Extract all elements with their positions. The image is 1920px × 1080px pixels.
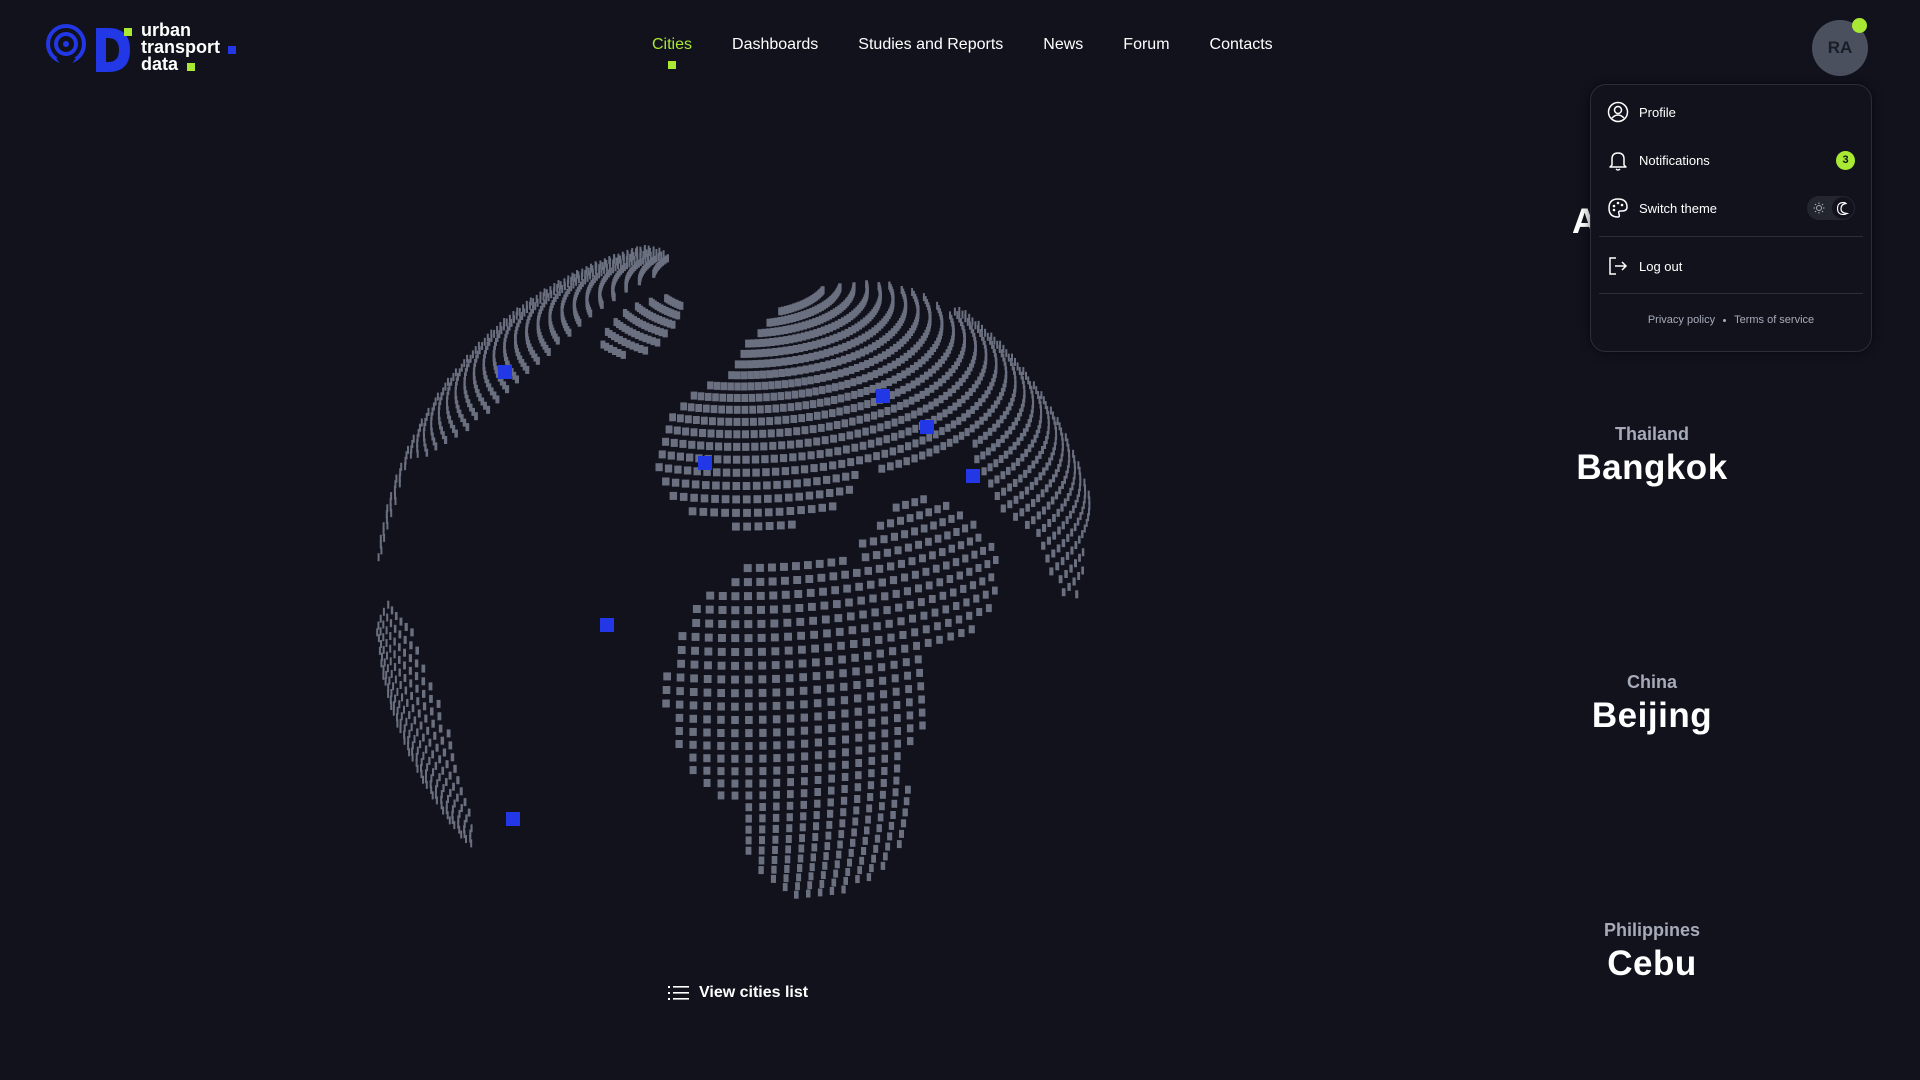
moon-icon[interactable]: [1832, 197, 1854, 219]
globe-map[interactable]: [360, 220, 1120, 980]
user-menu-dropdown: Profile Notifications 3 Switch theme Log…: [1590, 84, 1872, 352]
privacy-policy-link[interactable]: Privacy policy: [1648, 314, 1715, 326]
menu-item-switch-theme[interactable]: Switch theme: [1607, 193, 1855, 223]
city-country: Thailand: [1614, 424, 1689, 444]
city-card-beijing[interactable]: China Beijing: [1472, 672, 1832, 736]
city-marker[interactable]: [600, 618, 614, 632]
terms-of-service-link[interactable]: Terms of service: [1734, 314, 1814, 326]
footer-separator: [1723, 318, 1727, 322]
city-card-cebu[interactable]: Philippines Cebu: [1472, 920, 1832, 984]
city-marker[interactable]: [698, 456, 712, 470]
menu-item-logout[interactable]: Log out: [1607, 251, 1855, 281]
city-marker[interactable]: [498, 365, 512, 379]
city-country: China: [1626, 672, 1677, 692]
view-cities-list-button[interactable]: View cities list: [668, 984, 808, 1002]
menu-divider: [1599, 293, 1863, 294]
main-nav: Cities Dashboards Studies and Reports Ne…: [652, 36, 1273, 69]
menu-item-notifications[interactable]: Notifications 3: [1607, 145, 1855, 175]
city-marker[interactable]: [966, 469, 980, 483]
city-marker[interactable]: [920, 420, 934, 434]
user-circle-icon: [1607, 101, 1629, 123]
logo-mark-icon: [46, 24, 132, 72]
globe-land-dots: [376, 245, 1091, 899]
online-status-dot: [1852, 18, 1867, 33]
bell-icon: [1609, 152, 1627, 171]
city-card-bangkok[interactable]: Thailand Bangkok: [1472, 424, 1832, 488]
city-marker[interactable]: [876, 389, 890, 403]
nav-item-cities[interactable]: Cities: [652, 36, 692, 69]
menu-footer: Privacy policy Terms of service: [1591, 314, 1871, 326]
menu-divider: [1599, 236, 1863, 237]
nav-item-news[interactable]: News: [1043, 36, 1083, 54]
palette-icon: [1608, 198, 1628, 218]
sun-icon[interactable]: [1808, 197, 1830, 219]
city-marker[interactable]: [506, 812, 520, 826]
view-cities-list-label: View cities list: [699, 984, 809, 1001]
city-name: Cebu: [1607, 944, 1697, 983]
theme-toggle[interactable]: [1807, 196, 1855, 220]
logo-text: urban transport data: [141, 20, 221, 74]
list-icon: [668, 986, 689, 1000]
nav-item-forum[interactable]: Forum: [1123, 36, 1169, 54]
menu-item-profile[interactable]: Profile: [1607, 97, 1855, 127]
city-name: Bangkok: [1576, 448, 1728, 487]
logo-square-blue-icon: [228, 46, 236, 54]
nav-item-dashboards[interactable]: Dashboards: [732, 36, 818, 54]
active-indicator: [668, 61, 676, 69]
notifications-count-badge: 3: [1836, 150, 1855, 170]
logo-square-green-icon: [187, 63, 195, 71]
logout-icon: [1609, 257, 1628, 275]
city-country: Philippines: [1603, 920, 1700, 940]
city-name: Beijing: [1591, 696, 1713, 735]
nav-item-contacts[interactable]: Contacts: [1210, 36, 1273, 54]
nav-item-studies-reports[interactable]: Studies and Reports: [858, 36, 1003, 54]
logo[interactable]: urban transport data: [46, 20, 246, 74]
